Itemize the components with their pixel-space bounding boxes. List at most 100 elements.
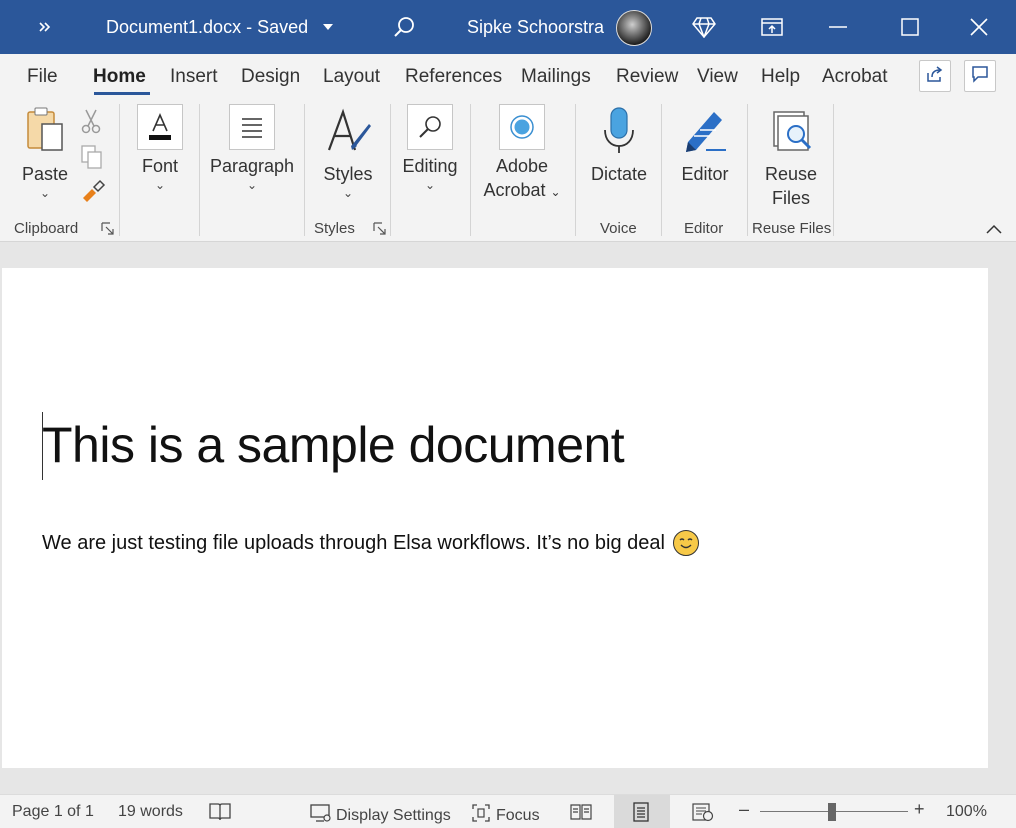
maximize-icon[interactable] — [890, 0, 930, 54]
paste-button[interactable]: Paste ⌄ — [20, 106, 70, 200]
read-aloud-book-icon[interactable] — [208, 801, 232, 823]
paragraph-label: Paragraph — [209, 156, 295, 176]
group-reuse-files-label: Reuse Files — [752, 220, 832, 237]
tab-acrobat[interactable]: Acrobat — [822, 66, 887, 88]
paste-label: Paste — [21, 164, 69, 184]
adobe-acrobat-label-text: Acrobat — [483, 180, 546, 200]
adobe-acrobat-label-line2: Acrobat ⌄ — [483, 178, 560, 204]
minimize-icon[interactable] — [820, 0, 856, 54]
editing-label: Editing — [402, 156, 458, 176]
title-bar: Document1.docx - Saved Sipke Schoorstra — [0, 0, 1016, 54]
copy-button[interactable] — [80, 144, 104, 176]
status-bar: Page 1 of 1 19 words Display Settings Fo… — [0, 794, 1016, 828]
separator — [747, 104, 748, 236]
editor-button[interactable]: Editor — [676, 106, 734, 186]
web-layout-icon[interactable] — [692, 802, 714, 822]
print-layout-icon[interactable] — [631, 802, 651, 822]
separator — [470, 104, 471, 236]
editor-pen-icon — [680, 106, 730, 162]
display-settings-icon — [310, 803, 332, 828]
acrobat-icon — [499, 104, 545, 150]
paragraph-text: We are just testing file uploads through… — [42, 531, 665, 554]
separator — [661, 104, 662, 236]
share-button[interactable] — [919, 60, 951, 92]
tab-home[interactable]: Home — [93, 66, 146, 88]
read-mode-icon[interactable] — [570, 802, 592, 822]
comments-button[interactable] — [964, 60, 996, 92]
document-heading[interactable]: This is a sample document — [42, 416, 625, 474]
active-tab-indicator — [94, 92, 150, 95]
editing-button[interactable]: Editing ⌄ — [400, 104, 460, 192]
zoom-level[interactable]: 100% — [946, 803, 987, 821]
ribbon: Paste ⌄ Clipboard Font ⌄ Paragraph ⌄ Sty… — [0, 100, 1016, 242]
tab-layout[interactable]: Layout — [323, 66, 380, 88]
search-icon[interactable] — [386, 0, 422, 54]
separator — [575, 104, 576, 236]
chevron-down-icon: ⌄ — [550, 185, 561, 199]
display-settings-button[interactable]: Display Settings — [310, 803, 451, 828]
reuse-files-label-line1: Reuse — [764, 164, 818, 184]
separator — [390, 104, 391, 236]
tab-design[interactable]: Design — [241, 66, 300, 88]
page-count[interactable]: Page 1 of 1 — [12, 803, 94, 821]
collapse-ribbon-icon[interactable] — [984, 222, 1004, 238]
clipboard-launcher-icon[interactable] — [101, 222, 115, 236]
format-painter-icon — [80, 178, 106, 210]
separator — [304, 104, 305, 236]
group-voice-label: Voice — [600, 220, 637, 237]
chevron-down-icon: ⌄ — [424, 178, 436, 192]
styles-label: Styles — [323, 164, 373, 184]
share-icon — [926, 65, 944, 88]
tab-mailings[interactable]: Mailings — [521, 66, 591, 88]
zoom-slider-handle[interactable] — [828, 803, 836, 821]
document-paragraph[interactable]: We are just testing file uploads through… — [42, 530, 699, 556]
tab-insert[interactable]: Insert — [170, 66, 218, 88]
group-clipboard-label: Clipboard — [14, 220, 79, 237]
editor-label: Editor — [681, 164, 729, 184]
separator — [199, 104, 200, 236]
separator — [833, 104, 834, 236]
tab-file[interactable]: File — [27, 66, 58, 88]
user-name[interactable]: Sipke Schoorstra — [467, 0, 604, 54]
close-icon[interactable] — [958, 0, 1000, 54]
paragraph-button[interactable]: Paragraph ⌄ — [209, 104, 295, 192]
tab-review[interactable]: Review — [616, 66, 678, 88]
copy-icon — [80, 144, 104, 176]
zoom-in-icon[interactable]: + — [914, 799, 925, 820]
reuse-files-button[interactable]: Reuse Files — [760, 106, 822, 210]
adobe-acrobat-label-line1: Adobe — [495, 156, 549, 176]
find-icon — [407, 104, 453, 150]
group-styles-label: Styles — [314, 220, 355, 237]
tab-help[interactable]: Help — [761, 66, 800, 88]
focus-label: Focus — [496, 806, 540, 824]
focus-button[interactable]: Focus — [471, 803, 540, 828]
group-editor-label: Editor — [684, 220, 724, 237]
tab-view[interactable]: View — [697, 66, 738, 88]
quick-access-overflow-icon[interactable] — [30, 0, 60, 54]
chevron-down-icon: ⌄ — [39, 186, 51, 200]
document-page[interactable]: This is a sample document We are just te… — [2, 268, 988, 768]
avatar[interactable] — [616, 10, 652, 46]
display-settings-label: Display Settings — [336, 806, 451, 824]
separator — [119, 104, 120, 236]
diamond-icon[interactable] — [688, 0, 720, 54]
word-count[interactable]: 19 words — [118, 803, 183, 821]
adobe-acrobat-button[interactable]: Adobe Acrobat ⌄ — [480, 104, 564, 204]
dictate-button[interactable]: Dictate — [588, 106, 650, 186]
title-dropdown-icon[interactable] — [318, 0, 338, 54]
tab-references[interactable]: References — [405, 66, 502, 88]
comment-icon — [971, 65, 989, 88]
document-title[interactable]: Document1.docx - Saved — [106, 0, 308, 54]
chevron-down-icon: ⌄ — [342, 186, 354, 200]
ribbon-display-options-icon[interactable] — [755, 0, 789, 54]
focus-icon — [471, 803, 491, 828]
styles-button[interactable]: Styles ⌄ — [320, 106, 376, 200]
cut-button[interactable] — [80, 108, 102, 140]
chevron-down-icon: ⌄ — [246, 178, 258, 192]
cut-icon — [80, 108, 102, 140]
reuse-files-label-line2: Files — [771, 188, 810, 208]
format-painter-button[interactable] — [80, 178, 106, 210]
styles-launcher-icon[interactable] — [373, 222, 387, 236]
font-button[interactable]: Font ⌄ — [136, 104, 184, 191]
zoom-out-icon[interactable]: – — [739, 799, 749, 820]
